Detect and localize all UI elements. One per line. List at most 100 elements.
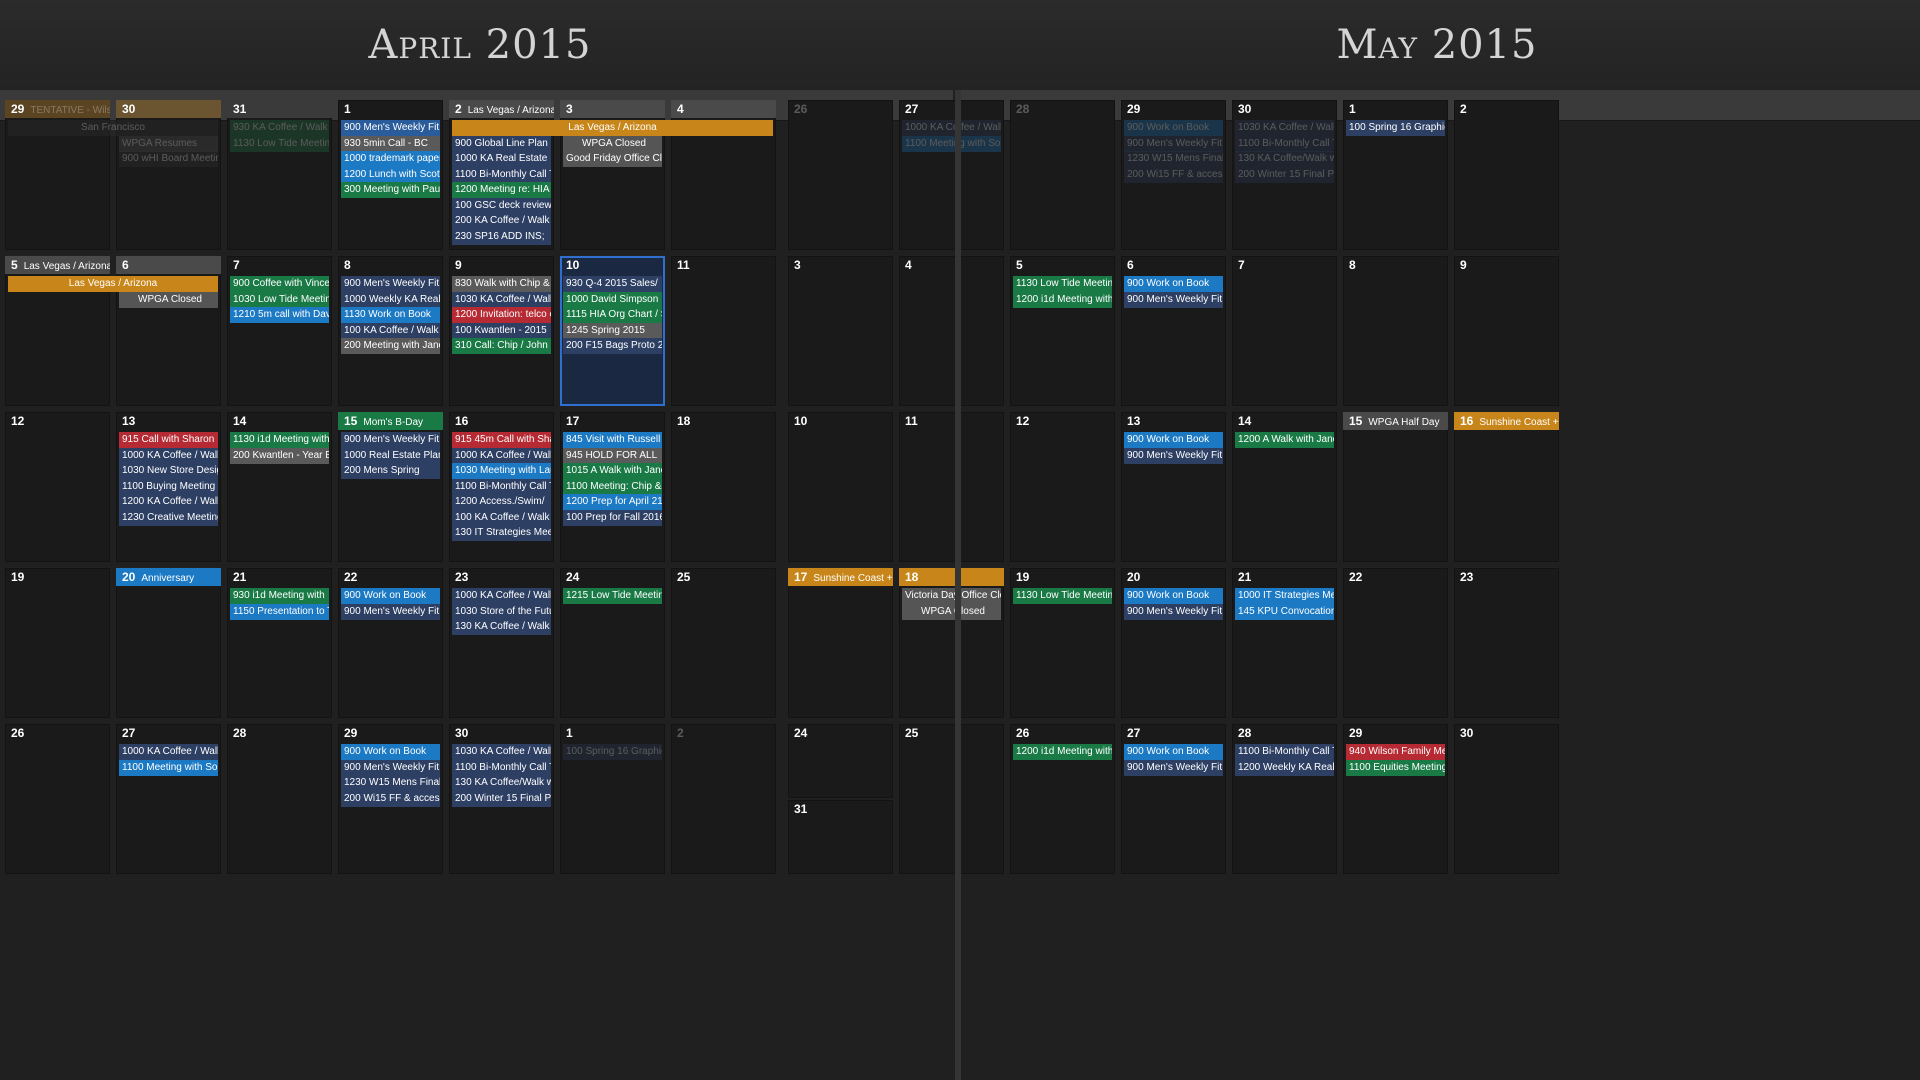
event-item[interactable]: 310 Call: Chip / John — [452, 338, 551, 354]
event-item[interactable]: 1015 A Walk with Janet; — [563, 463, 662, 479]
event-item[interactable]: 1200 Access./Swim/ — [452, 494, 551, 510]
day-cell[interactable]: 12 — [1010, 412, 1115, 562]
event-item[interactable]: 1000 KA Real Estate — [452, 151, 551, 167]
event-item[interactable]: 1100 Bi-Monthly Call TB — [452, 166, 551, 183]
day-cell[interactable]: 19 — [5, 568, 110, 718]
all-day-event-label[interactable]: Mom's B-Day — [363, 417, 423, 428]
event-item[interactable]: 1150 Presentation to The — [230, 603, 329, 620]
all-day-event-label[interactable]: Anniversary — [141, 573, 194, 584]
event-item[interactable]: 1100 Equities Meeting with — [1346, 759, 1445, 776]
day-cell[interactable]: 7 — [1232, 256, 1337, 406]
event-item[interactable]: 900 Men's Weekly Fit — [1124, 291, 1223, 308]
event-item[interactable]: 1230 W15 Mens Final — [1124, 151, 1223, 167]
day-cell[interactable]: 6 900 Work on Book 900 Men's Weekly Fit — [1121, 256, 1226, 406]
day-cell[interactable]: 5 1130 Low Tide Meeting -1200 i1d Meeting… — [1010, 256, 1115, 406]
event-item[interactable]: 130 KA Coffee / Walk — [452, 619, 551, 635]
event-item[interactable]: 900 Work on Book — [1124, 588, 1223, 604]
day-cell[interactable]: 17 Sunshine Coast + Si — [788, 568, 893, 718]
event-item[interactable]: 1030 New Store Design — [119, 463, 218, 479]
day-cell[interactable]: 23 — [1454, 568, 1559, 718]
day-cell[interactable]: 13 900 Work on Book 900 Men's Weekly Fit — [1121, 412, 1226, 562]
event-item[interactable]: 1200 Meeting re: HIA — [452, 182, 551, 198]
day-cell[interactable]: 22 — [1343, 568, 1448, 718]
day-cell[interactable]: 1 100 Spring 16 Graphics — [1343, 100, 1448, 250]
day-cell[interactable]: 17 845 Visit with Russell 945 HOLD FOR ALL… — [560, 412, 665, 562]
day-cell[interactable]: 15 WPGA Half Day — [1343, 412, 1448, 562]
event-item[interactable]: 1200 A Walk with Janet; — [1235, 432, 1334, 448]
event-item[interactable]: 1030 Low Tide Meeting - — [230, 291, 329, 308]
day-cell[interactable]: 18 — [671, 412, 776, 562]
day-cell[interactable]: 1 100 Spring 16 Graphics — [560, 724, 665, 874]
all-day-event-label[interactable]: Sunshine Coast + Si — [813, 573, 893, 584]
day-cell[interactable]: 29 900 Work on Book 900 Men's Weekly Fit 12… — [338, 724, 443, 874]
day-cell[interactable]: 14 1130 i1d Meeting with 200 Kwantlen - Ye… — [227, 412, 332, 562]
all-day-event-label[interactable]: Sunshine Coast + Si — [1479, 417, 1559, 428]
day-cell[interactable]: 21 930 i1d Meeting with 1150 Presentation … — [227, 568, 332, 718]
day-cell[interactable]: 13 915 Call with Sharon 1000 KA Coffee / W… — [116, 412, 221, 562]
event-item[interactable]: 1200 Weekly KA Real — [1235, 759, 1334, 776]
all-day-event-label[interactable]: WPGA Half Day — [1368, 417, 1439, 428]
event-item[interactable]: 1000 KA Coffee / Walk — [452, 447, 551, 464]
event-item[interactable]: 1245 Spring 2015 — [563, 322, 662, 339]
day-cell[interactable]: 19 1130 Low Tide Meeting - — [1010, 568, 1115, 718]
day-cell[interactable]: 26 — [788, 100, 893, 250]
event-item[interactable]: 200 F15 Bags Proto 2 — [563, 338, 662, 354]
event-item[interactable]: 915 Call with Sharon — [119, 432, 218, 448]
event-item[interactable]: 900 Men's Weekly Fit — [341, 603, 440, 620]
event-item[interactable]: 130 IT Strategies Meeting — [452, 525, 551, 541]
day-cell[interactable]: 24 — [788, 724, 893, 798]
event-item[interactable]: 900 Men's Weekly Fit — [1124, 603, 1223, 620]
event-item[interactable]: 1200 Prep for April 21 — [563, 494, 662, 510]
event-item[interactable]: WPGA Resumes — [119, 135, 218, 152]
event-item[interactable]: 900 Work on Book — [1124, 432, 1223, 448]
event-item[interactable]: 300 Meeting with Paul — [341, 182, 440, 198]
day-cell[interactable]: 27 1000 KA Coffee / Walk 1100 Meeting with… — [899, 100, 1004, 250]
event-item[interactable]: 1100 Bi-Monthly Call TB — [452, 759, 551, 776]
event-item[interactable]: 100 Prep for Fall 2016 RM — [563, 509, 662, 526]
event-item[interactable]: 900 Men's Weekly Fit — [341, 120, 440, 136]
day-cell[interactable]: 25 — [899, 724, 1004, 874]
day-cell[interactable]: 18 Victoria Day Office ClosedWPGA Closed — [899, 568, 1004, 718]
day-cell[interactable]: 24 1215 Low Tide Meeting - — [560, 568, 665, 718]
event-item[interactable]: 1030 Meeting with Laurent — [452, 463, 551, 479]
event-item[interactable]: 900 Work on Book — [341, 588, 440, 604]
day-cell[interactable]: 3 — [788, 256, 893, 406]
event-item[interactable]: 900 Work on Book — [1124, 276, 1223, 292]
day-cell[interactable]: 26 — [5, 724, 110, 874]
event-item[interactable]: 100 GSC deck review - — [452, 197, 551, 214]
event-item[interactable]: 200 Wi15 FF & accessory — [1124, 166, 1223, 183]
day-cell[interactable]: 31 930 KA Coffee / Walk 1130 Low Tide Meet… — [227, 100, 332, 250]
day-cell[interactable]: 28 — [227, 724, 332, 874]
event-item[interactable]: 1000 KA Coffee / Walk — [452, 588, 551, 604]
event-item[interactable]: 900 Work on Book — [341, 744, 440, 760]
event-item[interactable]: 100 KA Coffee / Walk — [341, 322, 440, 339]
multi-day-event[interactable]: San Francisco — [8, 120, 218, 136]
day-cell[interactable]: 1 900 Men's Weekly Fit 930 5min Call - BC 1… — [338, 100, 443, 250]
day-cell[interactable]: 7 900 Coffee with Vincent 1030 Low Tide Me… — [227, 256, 332, 406]
event-item[interactable]: 1000 KA Coffee / Walk — [902, 120, 1001, 136]
multi-day-event[interactable]: Las Vegas / Arizona — [8, 276, 218, 292]
event-item[interactable]: 1130 Low Tide Meeting - — [1013, 276, 1112, 292]
event-item[interactable]: 1100 Meeting with Soren — [902, 135, 1001, 152]
day-cell[interactable]: 23 1000 KA Coffee / Walk 1030 Store of the… — [449, 568, 554, 718]
event-item[interactable]: 200 Wi15 FF & accessory — [341, 790, 440, 807]
event-item[interactable]: 1100 Meeting with Soren — [119, 759, 218, 776]
event-item[interactable]: 145 KPU Convocation — [1235, 603, 1334, 620]
day-cell[interactable]: 10 930 Q-4 2015 Sales/1000 David Simpson 1… — [560, 256, 665, 406]
day-cell[interactable]: 26 1200 i1d Meeting with — [1010, 724, 1115, 874]
event-item[interactable]: 930 KA Coffee / Walk — [230, 120, 329, 136]
event-item[interactable]: 1000 KA Coffee / Walk — [119, 447, 218, 464]
all-day-event-label[interactable]: Las Vegas / Arizona — [24, 261, 110, 272]
event-item[interactable]: 1000 Real Estate Planning — [341, 447, 440, 464]
event-item[interactable]: 1200 i1d Meeting with — [1013, 744, 1112, 760]
all-day-event-label[interactable]: TENTATIVE - Wilson — [30, 105, 110, 116]
day-cell[interactable]: 8 900 Men's Weekly Fit 1000 Weekly KA Real… — [338, 256, 443, 406]
event-item[interactable]: 200 Mens Spring — [341, 463, 440, 479]
day-cell[interactable]: 11 — [899, 412, 1004, 562]
day-cell[interactable]: 20 Anniversary — [116, 568, 221, 718]
event-item[interactable]: 200 Meeting with Janet re: — [341, 338, 440, 354]
day-cell[interactable]: 9 830 Walk with Chip & 1030 KA Coffee / Wa… — [449, 256, 554, 406]
event-item[interactable]: 1130 i1d Meeting with — [230, 432, 329, 448]
event-item[interactable]: 200 Kwantlen - Year End — [230, 447, 329, 464]
event-item[interactable]: Victoria Day Office Closed — [902, 588, 1001, 604]
